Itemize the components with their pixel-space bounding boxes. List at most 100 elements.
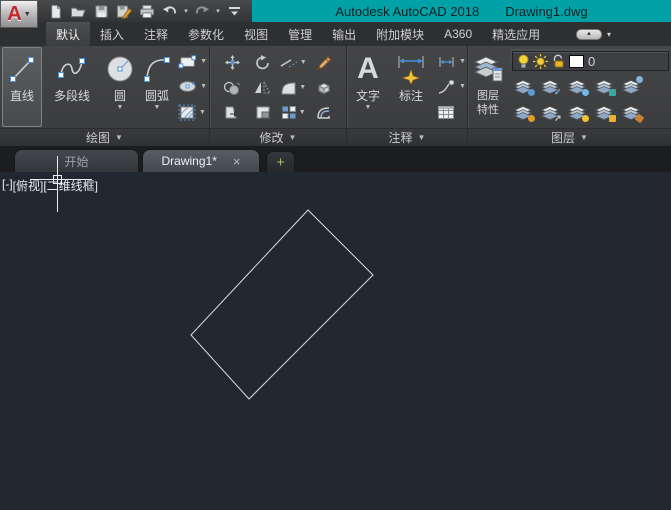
text-icon: A [357,52,379,85]
new-file-icon[interactable] [44,1,66,21]
ribbon-tab-manage[interactable]: 管理 [278,22,322,46]
ellipse-button[interactable]: ▼ [176,75,209,99]
leader-dropdown-icon[interactable]: ▼ [459,83,466,90]
hatch-icon [178,104,196,121]
arc-button[interactable]: 圆弧 ▼ [138,47,176,127]
text-button[interactable]: A 文字 ▼ [349,47,387,127]
redo-icon[interactable] [191,1,213,21]
mirror-button[interactable] [254,80,272,95]
isolate-badge-icon [527,89,535,96]
circle-button[interactable]: 圆 ▼ [102,47,138,127]
offset-button[interactable] [315,105,332,120]
layer-select[interactable]: 0 [512,51,669,71]
ribbon-collapse-button[interactable]: ▲ [575,28,602,40]
plus-icon: + [276,153,285,171]
draw-panel-title[interactable]: 绘图 ▼ [0,128,209,146]
layer-off-button[interactable] [514,104,535,122]
table-button[interactable] [435,100,468,124]
stretch-icon [225,106,238,119]
trim-button[interactable]: ▼ [280,57,307,69]
qat-customize-icon[interactable] [223,1,245,21]
file-tab-start[interactable]: 开始 [14,149,139,172]
ribbon-tab-default[interactable]: 默认 [46,22,91,46]
line-button[interactable]: 直线 [2,47,42,127]
ribbon-collapse-dropdown-icon[interactable]: ▾ [607,30,611,39]
rectangle-icon [178,54,197,68]
fillet-icon [281,82,296,95]
rectangle-button[interactable]: ▼ [176,50,209,74]
arc-dropdown-icon[interactable]: ▼ [154,104,161,111]
fillet-button[interactable]: ▼ [280,81,306,95]
linear-dimension-button[interactable]: ▼ [435,50,468,74]
save-icon[interactable] [90,1,112,21]
move-button[interactable] [224,54,241,71]
layer-merge-button[interactable] [622,104,644,124]
layer-isolate-button[interactable] [514,78,535,96]
file-tab-drawing1[interactable]: Drawing1* × [142,149,260,172]
array-dropdown-icon[interactable]: ▼ [299,109,306,116]
circle-dropdown-icon[interactable]: ▼ [117,104,124,111]
save-as-icon[interactable] [113,1,135,21]
drawing-canvas[interactable]: [-] [俯视] [二维线框] [0,172,671,510]
open-file-icon[interactable] [67,1,89,21]
fillet-dropdown-icon[interactable]: ▼ [299,84,306,91]
array-button[interactable]: ▼ [281,105,306,120]
layers-panel-title[interactable]: 图层 ▼ [468,128,671,146]
layer-combo-row: 0 [510,49,669,73]
layer-set-current-button[interactable]: ✓ [541,78,562,97]
viewport-view-control[interactable]: [俯视] [13,177,44,194]
ribbon-tab-annotate[interactable]: 注释 [134,22,178,46]
plot-icon[interactable] [136,1,158,21]
layer-match-button[interactable]: ↗ [541,104,562,123]
application-menu-button[interactable]: A ▼ [0,0,38,28]
erase-button[interactable] [316,55,332,71]
linear-dimension-dropdown-icon[interactable]: ▼ [459,58,466,65]
layer-freeze-button[interactable] [568,78,589,96]
ribbon-tab-output[interactable]: 输出 [322,22,366,46]
ribbon-tab-parametric[interactable]: 参数化 [178,22,234,46]
layer-unlock-button[interactable] [595,104,616,122]
ellipse-dropdown-icon[interactable]: ▼ [200,83,207,90]
undo-icon[interactable] [159,1,181,21]
annotation-panel-title[interactable]: 注释 ▼ [347,128,467,146]
arc-icon [141,50,173,88]
explode-button[interactable] [315,80,332,96]
mirror-icon [255,82,272,94]
polyline-icon [55,50,89,88]
trim-dropdown-icon[interactable]: ▼ [300,59,307,66]
rectangle-dropdown-icon[interactable]: ▼ [200,58,207,65]
new-drawing-tab-button[interactable]: + [266,151,295,172]
ribbon-tab-a360[interactable]: A360 [434,22,482,46]
polyline-button[interactable]: 多段线 [42,47,102,127]
copy-button[interactable] [223,81,241,95]
ribbon-tab-featured-apps[interactable]: 精选应用 [482,22,550,46]
text-dropdown-icon[interactable]: ▼ [365,104,372,111]
titlebar: ▾ ▾ Autodesk AutoCAD 2018 Drawing1.dwg [0,0,671,22]
file-tab-bar: 开始 Drawing1* × + [0,146,671,172]
layer-thaw-button[interactable] [568,104,589,122]
rotate-button[interactable] [254,54,271,71]
close-tab-icon[interactable]: × [233,154,241,169]
viewport-minimize-control[interactable]: [-] [2,177,13,194]
linear-dimension-icon [439,56,454,67]
sun-badge-icon [581,115,589,122]
layer-properties-button[interactable]: 图层特性 [470,47,506,127]
leader-button[interactable]: ▼ [435,75,468,99]
dimension-button[interactable]: 标注 [387,47,435,127]
viewport-visual-style-control[interactable]: [二维线框] [43,177,98,194]
scale-button[interactable] [255,105,271,120]
viewport-controls: [-] [俯视] [二维线框] [2,177,98,194]
ribbon-tab-insert[interactable]: 插入 [90,22,134,46]
ribbon-tab-addins[interactable]: 附加模块 [366,22,434,46]
layer-lock-button[interactable] [595,78,616,96]
hatch-dropdown-icon[interactable]: ▼ [199,109,206,116]
move-icon [224,55,240,71]
hatch-button[interactable]: ▼ [176,100,209,124]
layer-make-object-button[interactable] [622,76,643,96]
ribbon-tab-view[interactable]: 视图 [234,22,278,46]
redo-dropdown-icon[interactable]: ▾ [214,7,222,15]
modify-panel-title[interactable]: 修改 ▼ [210,128,346,146]
stretch-button[interactable] [224,105,241,120]
copy-icon [224,81,241,95]
undo-dropdown-icon[interactable]: ▾ [182,7,190,15]
